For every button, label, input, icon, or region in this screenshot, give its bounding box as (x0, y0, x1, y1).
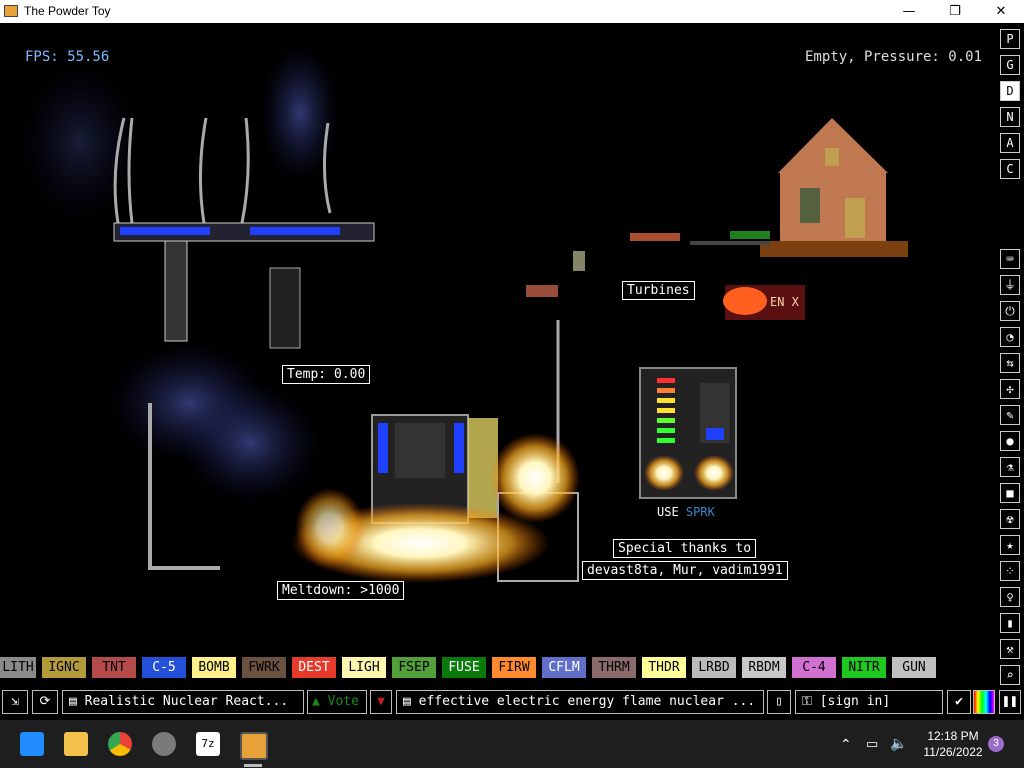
element-button-rbdm[interactable]: RBDM (742, 657, 786, 678)
arrows-icon[interactable]: ⇆ (1000, 353, 1020, 373)
keyboard-icon[interactable]: ⌨ (1000, 249, 1020, 269)
search-icon[interactable]: ⌕ (1000, 665, 1020, 685)
spray-icon[interactable]: ✣ (1000, 379, 1020, 399)
save-title: Realistic Nuclear React... (84, 694, 289, 709)
box-icon[interactable]: ■ (1000, 483, 1020, 503)
document-icon: ▤ (69, 694, 85, 709)
minimize-button[interactable]: — (886, 0, 932, 23)
sign-turbines[interactable]: Turbines (622, 281, 695, 300)
clock-date[interactable]: 11/26/2022 (920, 745, 986, 759)
element-button-lith[interactable]: LITH (0, 657, 36, 678)
7zip-icon[interactable]: 7z (196, 732, 220, 756)
render-options-button[interactable] (973, 690, 995, 714)
settings-check-icon[interactable]: ✔ (947, 690, 971, 714)
element-button-gun[interactable]: GUN (892, 657, 936, 678)
sign-credits[interactable]: devast8ta, Mur, vadim1991 (582, 561, 788, 580)
save-title-button[interactable]: ▤ Realistic Nuclear React... (62, 690, 304, 714)
pause-button[interactable]: ❚❚ (999, 690, 1021, 714)
element-button-tnt[interactable]: TNT (92, 657, 136, 678)
menu-section-p[interactable]: P (1000, 29, 1020, 49)
vote-down-button[interactable]: ▼ (370, 690, 392, 714)
simulation-scene (20, 43, 908, 583)
file-explorer-icon[interactable] (64, 732, 88, 756)
maximize-button[interactable]: ❐ (932, 0, 978, 23)
element-button-nitr[interactable]: NITR (842, 657, 886, 678)
plug-icon[interactable]: ⏚ (1000, 275, 1020, 295)
element-button-thdr[interactable]: THDR (642, 657, 686, 678)
menu-section-n[interactable]: N (1000, 107, 1020, 127)
element-button-fuse[interactable]: FUSE (442, 657, 486, 678)
element-button-ignc[interactable]: IGNC (42, 657, 86, 678)
tag-icon: ▤ (403, 694, 419, 709)
element-button-lrbd[interactable]: LRBD (692, 657, 736, 678)
element-button-cflm[interactable]: CFLM (542, 657, 586, 678)
open-save-button[interactable]: ⇲ (2, 690, 28, 714)
menu-section-c[interactable]: C (1000, 159, 1020, 179)
sign-meltdown[interactable]: Meltdown: >1000 (277, 581, 405, 600)
new-simulation-button[interactable]: ▯ (767, 690, 791, 714)
menu-section-a[interactable]: A (1000, 133, 1020, 153)
settings-gear-icon[interactable] (152, 732, 176, 756)
clock-time[interactable]: 12:18 PM (920, 729, 986, 743)
tags-button[interactable]: ▤ effective electric energy flame nuclea… (396, 690, 764, 714)
element-button-c-4[interactable]: C-4 (792, 657, 836, 678)
bookmark-icon[interactable]: ▮ (1000, 613, 1020, 633)
window-title-bar[interactable]: The Powder Toy — ❐ ✕ (0, 0, 1024, 23)
sign-in-label: [sign in] (819, 694, 891, 709)
volume-icon[interactable]: 🔈 (890, 735, 907, 752)
fps-counter: FPS: 55.56 (25, 49, 110, 65)
use-sprk-label: USE SPRK (657, 505, 715, 519)
element-button-bomb[interactable]: BOMB (192, 657, 236, 678)
element-button-ligh[interactable]: LIGH (342, 657, 386, 678)
chevron-up-icon[interactable]: ⌃ (840, 736, 852, 753)
flask-icon[interactable]: ⚗ (1000, 457, 1020, 477)
close-button[interactable]: ✕ (978, 0, 1024, 23)
enx-label: EN X (770, 295, 799, 309)
element-button-c-5[interactable]: C-5 (142, 657, 186, 678)
windows-taskbar: 7z ⌃ ▭ 🔈 12:18 PM 11/26/2022 3 (0, 720, 1024, 768)
network-icon[interactable]: ▭ (866, 736, 878, 752)
element-button-firw[interactable]: FIRW (492, 657, 536, 678)
app-icon (4, 5, 18, 17)
drop-icon[interactable]: ● (1000, 431, 1020, 451)
sign-temp[interactable]: Temp: 0.00 (282, 365, 371, 384)
element-button-fsep[interactable]: FSEP (392, 657, 436, 678)
key-icon: ⚿ (802, 694, 820, 709)
element-button-dest[interactable]: DEST (292, 657, 336, 678)
element-button-thrm[interactable]: THRM (592, 657, 636, 678)
simulation-canvas[interactable]: FPS: 55.56 Empty, Pressure: 0.01 Turbine… (0, 23, 996, 655)
use-label: USE (657, 505, 679, 519)
bulb-icon[interactable]: ♀ (1000, 587, 1020, 607)
power-icon[interactable]: ⏻ (1000, 301, 1020, 321)
radiation-icon[interactable]: ☢ (1000, 509, 1020, 529)
sign-in-button[interactable]: ⚿ [sign in] (795, 690, 943, 714)
notification-badge[interactable]: 3 (988, 736, 1004, 752)
windows-start-icon[interactable] (20, 732, 44, 756)
pen-icon[interactable]: ✎ (1000, 405, 1020, 425)
dots-icon[interactable]: ⁘ (1000, 561, 1020, 581)
sprk-label: SPRK (685, 505, 715, 519)
menu-section-d[interactable]: D (1000, 81, 1020, 101)
vote-up-icon: ▲ (312, 694, 320, 709)
tags-text: effective electric energy flame nuclear … (418, 694, 756, 709)
sign-special-thanks[interactable]: Special thanks to (613, 539, 757, 558)
gauge-icon[interactable]: ◔ (1000, 327, 1020, 347)
vote-up-button[interactable]: ▲ Vote (307, 690, 367, 714)
element-button-fwrk[interactable]: FWRK (242, 657, 286, 678)
pressure-readout: Empty, Pressure: 0.01 (805, 49, 983, 65)
active-app-indicator (244, 764, 262, 767)
vote-label: Vote (327, 694, 359, 709)
window-title: The Powder Toy (24, 4, 111, 18)
reload-icon[interactable]: ⟳ (32, 690, 58, 714)
hammer-icon[interactable]: ⚒ (1000, 639, 1020, 659)
chrome-icon[interactable] (108, 732, 132, 756)
powder-toy-icon[interactable] (240, 732, 268, 760)
star-icon[interactable]: ★ (1000, 535, 1020, 555)
menu-section-g[interactable]: G (1000, 55, 1020, 75)
